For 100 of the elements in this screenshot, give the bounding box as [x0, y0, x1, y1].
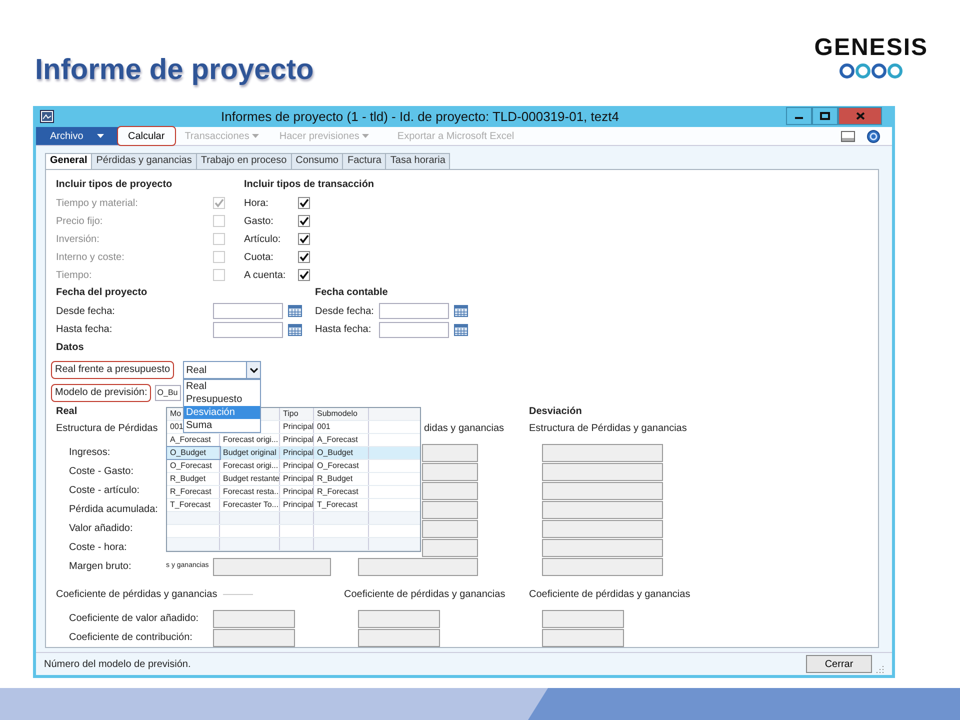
grid-cell[interactable]: Budget original [220, 447, 280, 460]
tab[interactable]: Factura [342, 153, 386, 170]
grid-cell[interactable]: Forecast origi... [220, 460, 280, 472]
calendar-icon[interactable] [454, 324, 468, 336]
logo-circles-icon [839, 63, 904, 79]
checkbox-label: Inversión: [56, 232, 100, 247]
grid-cell[interactable]: Principal [280, 421, 314, 434]
panel-icon[interactable] [841, 130, 855, 142]
checkbox-label: Hora: [244, 196, 270, 211]
grid-cell[interactable]: A_Forecast [167, 434, 220, 446]
row-label: Coeficiente de contribución: [69, 631, 194, 646]
toolbar-button[interactable]: Calcular [118, 127, 175, 146]
checkbox[interactable] [298, 251, 310, 264]
group-heading: Fecha contable [315, 286, 388, 300]
grid-cell[interactable]: O_Forecast [167, 460, 220, 472]
grid-cell[interactable]: O_Budget [167, 447, 220, 460]
checkbox-label: Gasto: [244, 214, 274, 229]
field-label: Hasta fecha: [315, 323, 372, 338]
dropdown-option[interactable]: Real [184, 380, 260, 394]
grid-cell[interactable]: Forecast origi... [220, 434, 280, 446]
close-button[interactable] [838, 107, 882, 126]
column-header[interactable]: Tipo [280, 408, 314, 420]
section-heading: Real [56, 406, 78, 418]
checkbox-label: A cuenta: [244, 268, 287, 283]
row-label: Margen bruto: [69, 560, 132, 574]
grid-cell[interactable]: T_Forecast [314, 499, 369, 512]
tab[interactable]: Pérdidas y ganancias [91, 153, 197, 170]
grid-cell[interactable]: Principal [280, 486, 314, 498]
help-icon[interactable] [867, 130, 880, 143]
dropdown-field[interactable]: Real [183, 361, 262, 380]
section-subheading: didas y ganancias [424, 423, 504, 434]
section-subheading: Coeficiente de pérdidas y ganancias [344, 589, 506, 600]
maximize-button[interactable] [812, 107, 838, 126]
grid-cell[interactable]: R_Forecast [167, 486, 220, 498]
slide-title: Informe de proyecto [35, 56, 314, 88]
grid-cell[interactable]: Forecaster To... [220, 499, 280, 512]
checkbox[interactable] [298, 233, 310, 246]
checkbox[interactable] [298, 215, 310, 228]
row-label: Coeficiente de valor añadido: [69, 612, 200, 626]
row-label: Coste - hora: [69, 541, 128, 556]
grid-cell[interactable]: Principal [280, 499, 314, 512]
grid-cell[interactable]: 001 [314, 421, 369, 434]
calendar-icon[interactable] [288, 305, 302, 318]
group-heading: Datos [56, 341, 85, 356]
checkbox[interactable] [298, 269, 310, 282]
grid-cell[interactable]: R_Budget [314, 473, 369, 486]
grid-cell[interactable]: Forecast resta... [220, 486, 280, 498]
readonly-field [422, 538, 478, 557]
caret-icon [252, 134, 260, 138]
checkbox-label: Cuota: [244, 250, 274, 265]
checkbox[interactable] [298, 197, 310, 210]
checkbox-label: Precio fijo: [56, 214, 104, 229]
grid-cell[interactable]: T_Forecast [167, 499, 220, 512]
tab[interactable]: Tasa horaria [385, 153, 450, 170]
grid-cell[interactable]: Principal [280, 434, 314, 446]
file-menu-button[interactable]: Archivo [36, 127, 118, 146]
date-field[interactable] [379, 322, 449, 338]
model-field[interactable]: O_Bu [155, 385, 182, 402]
row-label: Valor añadido: [69, 522, 134, 536]
tab[interactable]: Consumo [290, 153, 344, 170]
date-field[interactable] [213, 322, 283, 338]
caret-icon [97, 134, 104, 138]
section-subheading: Coeficiente de pérdidas y ganancias [529, 589, 690, 600]
checkbox-label: Interno y coste: [56, 250, 126, 265]
group-heading: Incluir tipos de transacción [244, 178, 374, 192]
readonly-field [422, 500, 478, 519]
resize-grip-icon[interactable] [876, 665, 884, 674]
grid-cell[interactable]: Budget restante [220, 473, 280, 486]
minimize-button[interactable] [786, 107, 812, 126]
calendar-icon[interactable] [288, 324, 302, 336]
close-dialog-button[interactable]: Cerrar [806, 655, 872, 674]
date-field[interactable] [379, 303, 449, 320]
field-label: Hasta fecha: [56, 323, 114, 338]
date-field[interactable] [213, 303, 283, 320]
column-header[interactable]: Mo [167, 408, 185, 420]
grid-cell[interactable]: O_Budget [314, 447, 369, 460]
close-icon [856, 112, 864, 120]
grid-cell[interactable]: 001 [167, 421, 185, 434]
grid-cell[interactable]: Principal [280, 447, 314, 460]
tab[interactable]: Trabajo en proceso [196, 153, 292, 170]
section-subheading: Coeficiente de pérdidas y ganancias [56, 588, 218, 602]
grid-cell[interactable]: R_Budget [167, 473, 220, 486]
grid-cell[interactable]: Principal [280, 460, 314, 472]
grid-cell[interactable]: R_Forecast [314, 486, 369, 498]
caret-icon [362, 134, 370, 138]
checkbox-label: Artículo: [244, 232, 282, 247]
chevron-down-icon [250, 368, 258, 373]
dropdown-option[interactable]: Presupuesto [184, 393, 260, 406]
grid-cell[interactable]: A_Forecast [314, 434, 369, 446]
field-label: Modelo de previsión: [51, 384, 152, 402]
grid-cell[interactable]: O_Forecast [314, 460, 369, 472]
column-header[interactable]: Submodelo [314, 408, 369, 420]
maximize-icon [820, 112, 830, 120]
grid-cell[interactable]: Principal [280, 473, 314, 486]
dropdown-option[interactable]: Suma [184, 419, 260, 432]
group-heading: Incluir tipos de proyecto [56, 178, 174, 192]
tab[interactable]: General [45, 153, 92, 170]
app-icon [40, 110, 54, 123]
window-title: Informes de proyecto (1 - tld) - Id. de proyecto: TLD-000319-01, tezt4 [220, 108, 620, 126]
calendar-icon[interactable] [454, 305, 468, 318]
